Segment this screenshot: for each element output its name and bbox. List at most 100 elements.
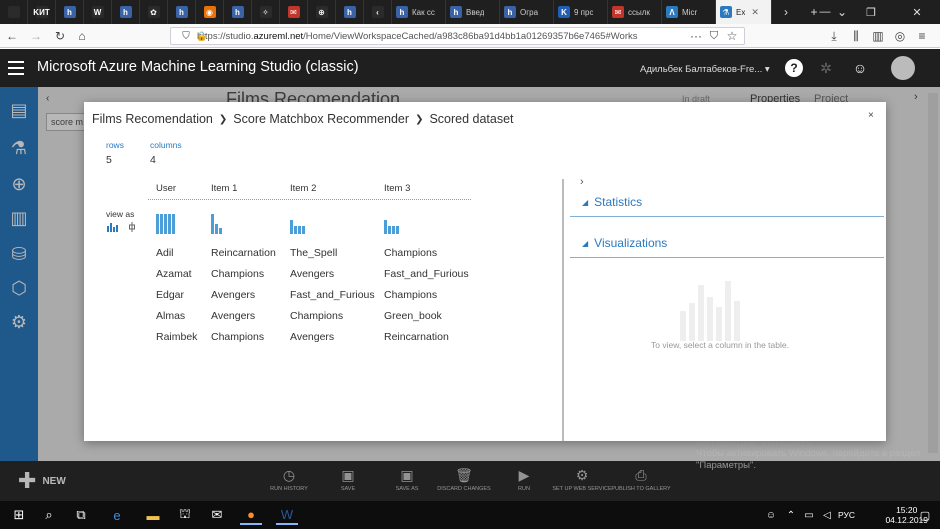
feedback-smile-icon[interactable]: ☺ [850,58,870,78]
column-histogram[interactable] [384,212,399,234]
column-histogram[interactable] [156,212,175,234]
table-cell[interactable]: Champions [211,331,264,343]
url-bar[interactable]: https://studio. azureml.net/Home/ViewWork… [170,27,745,45]
search-icon[interactable]: ⌕ [38,505,60,525]
browser-tab-titled-1[interactable]: h Введ [446,0,500,24]
edge-icon[interactable]: e [106,505,128,525]
visualizations-section[interactable]: ◢ Visualizations [582,236,667,250]
browser-tab-6[interactable]: h [168,0,196,24]
library-icon[interactable]: ⫼ [848,28,864,44]
browser-tab-12[interactable]: h [336,0,364,24]
pane-divider[interactable] [562,179,564,441]
tab-label: Ex [736,7,746,17]
windows-start-icon[interactable]: ⊞ [8,505,30,525]
table-cell[interactable]: Avengers [290,268,334,280]
minimize-icon[interactable]: — [802,0,848,24]
lock-icon[interactable]: 🔒 [194,28,210,44]
menu-icon[interactable]: ≡ [914,28,930,44]
tab-scroll-right-icon[interactable]: › [772,0,800,24]
table-cell[interactable]: Champions [290,310,343,322]
notifications-icon[interactable]: ▢ [914,505,936,525]
table-cell[interactable]: Green_book [384,310,442,322]
column-histogram[interactable] [211,212,222,234]
browser-tab-10[interactable]: ✉ [280,0,308,24]
table-cell[interactable]: Fast_and_Furious [384,268,469,280]
help-icon[interactable]: ? [784,58,804,78]
column-header[interactable]: User [156,183,176,194]
tab-label: ссылк [628,7,650,17]
boxplot-view-icon[interactable] [128,222,136,232]
table-cell[interactable]: Champions [211,268,264,280]
browser-tab-titled-0[interactable]: h Как сс [392,0,446,24]
table-cell[interactable]: Reincarnation [384,331,449,343]
volume-icon[interactable]: ◁ [816,505,838,525]
store-icon[interactable]: ⛫ [174,505,196,525]
forward-icon[interactable]: → [28,28,44,44]
browser-tab-titled-5[interactable]: Λ Micr [662,0,716,24]
columns-label: columns [150,140,182,150]
file-explorer-icon[interactable]: ▬ [142,505,164,525]
table-cell[interactable]: Adil [156,247,174,259]
column-header[interactable]: Item 1 [211,183,237,194]
user-name-menu[interactable]: Адильбек Балтабеков-Fre... ▾ [640,64,770,75]
task-view-icon[interactable]: ⧉ [70,505,92,525]
column-header[interactable]: Item 2 [290,183,316,194]
column-header[interactable]: Item 3 [384,183,410,194]
mail-icon[interactable]: ✉ [206,505,228,525]
browser-tab-9[interactable]: ✧ [252,0,280,24]
language-indicator[interactable]: РУС [838,510,855,520]
column-histogram[interactable] [290,212,305,234]
download-icon[interactable]: ⤓ [826,28,842,44]
table-cell[interactable]: Avengers [211,289,255,301]
firefox-icon[interactable]: ● [240,505,262,525]
close-dialog-icon[interactable]: × [868,110,874,121]
sidebar-toggle-icon[interactable]: ▥ [870,28,886,44]
histogram-view-icon[interactable] [106,222,120,232]
back-icon[interactable]: ← [4,28,20,44]
home-icon[interactable]: ⌂ [74,28,90,44]
table-cell[interactable]: Avengers [290,331,334,343]
table-cell[interactable]: Champions [384,289,437,301]
table-cell[interactable]: Almas [156,310,185,322]
table-cell[interactable]: Champions [384,247,437,259]
browser-tab-11[interactable]: ⊕ [308,0,336,24]
user-tray-icon[interactable]: ☺ [760,505,782,525]
account-icon[interactable]: ◎ [892,28,908,44]
bookmark-star-icon[interactable]: ☆ [724,28,740,44]
close-tab-icon[interactable]: ✕ [751,7,759,18]
browser-tab-5[interactable]: ✿ [140,0,168,24]
word-icon[interactable]: W [276,505,298,525]
hamburger-menu-icon[interactable] [8,61,24,75]
table-cell[interactable]: Azamat [156,268,192,280]
table-cell[interactable]: Reincarnation [211,247,276,259]
table-cell[interactable]: The_Spell [290,247,337,259]
table-cell[interactable]: Edgar [156,289,184,301]
close-window-icon[interactable]: ✕ [894,0,940,24]
browser-tab-titled-3[interactable]: K 9 прс [554,0,608,24]
table-cell[interactable]: Avengers [211,310,255,322]
browser-tab-active-0[interactable]: ⚗ Ex ✕ [716,0,772,24]
browser-tab-8[interactable]: h [224,0,252,24]
statistics-section[interactable]: ◢ Statistics [582,195,642,209]
breadcrumb-item[interactable]: Score Matchbox Recommender [233,112,409,126]
browser-tab-titled-2[interactable]: h Огра [500,0,554,24]
expand-right-icon[interactable]: › [580,176,584,188]
browser-tab-2[interactable]: h [56,0,84,24]
more-icon[interactable]: ··· [688,28,704,44]
browser-tab-3[interactable]: W [84,0,112,24]
avatar[interactable] [890,55,916,81]
restore-icon[interactable]: ❐ [848,0,894,24]
shield-icon[interactable]: ⛉ [178,28,194,44]
browser-tab-1[interactable]: KИТ [28,0,56,24]
browser-tab-4[interactable]: h [112,0,140,24]
browser-tab-0[interactable] [0,0,28,24]
browser-tab-7[interactable]: ◉ [196,0,224,24]
browser-tab-titled-4[interactable]: ✉ ссылк [608,0,662,24]
table-cell[interactable]: Fast_and_Furious [290,289,375,301]
breadcrumb-item[interactable]: Films Recomendation [92,112,213,126]
community-icon[interactable]: ✲ [816,58,836,78]
pocket-icon[interactable]: ⛉ [706,28,722,44]
browser-tab-13[interactable]: ‹ [364,0,392,24]
table-cell[interactable]: Raimbek [156,331,197,343]
reload-icon[interactable]: ↻ [52,28,68,44]
